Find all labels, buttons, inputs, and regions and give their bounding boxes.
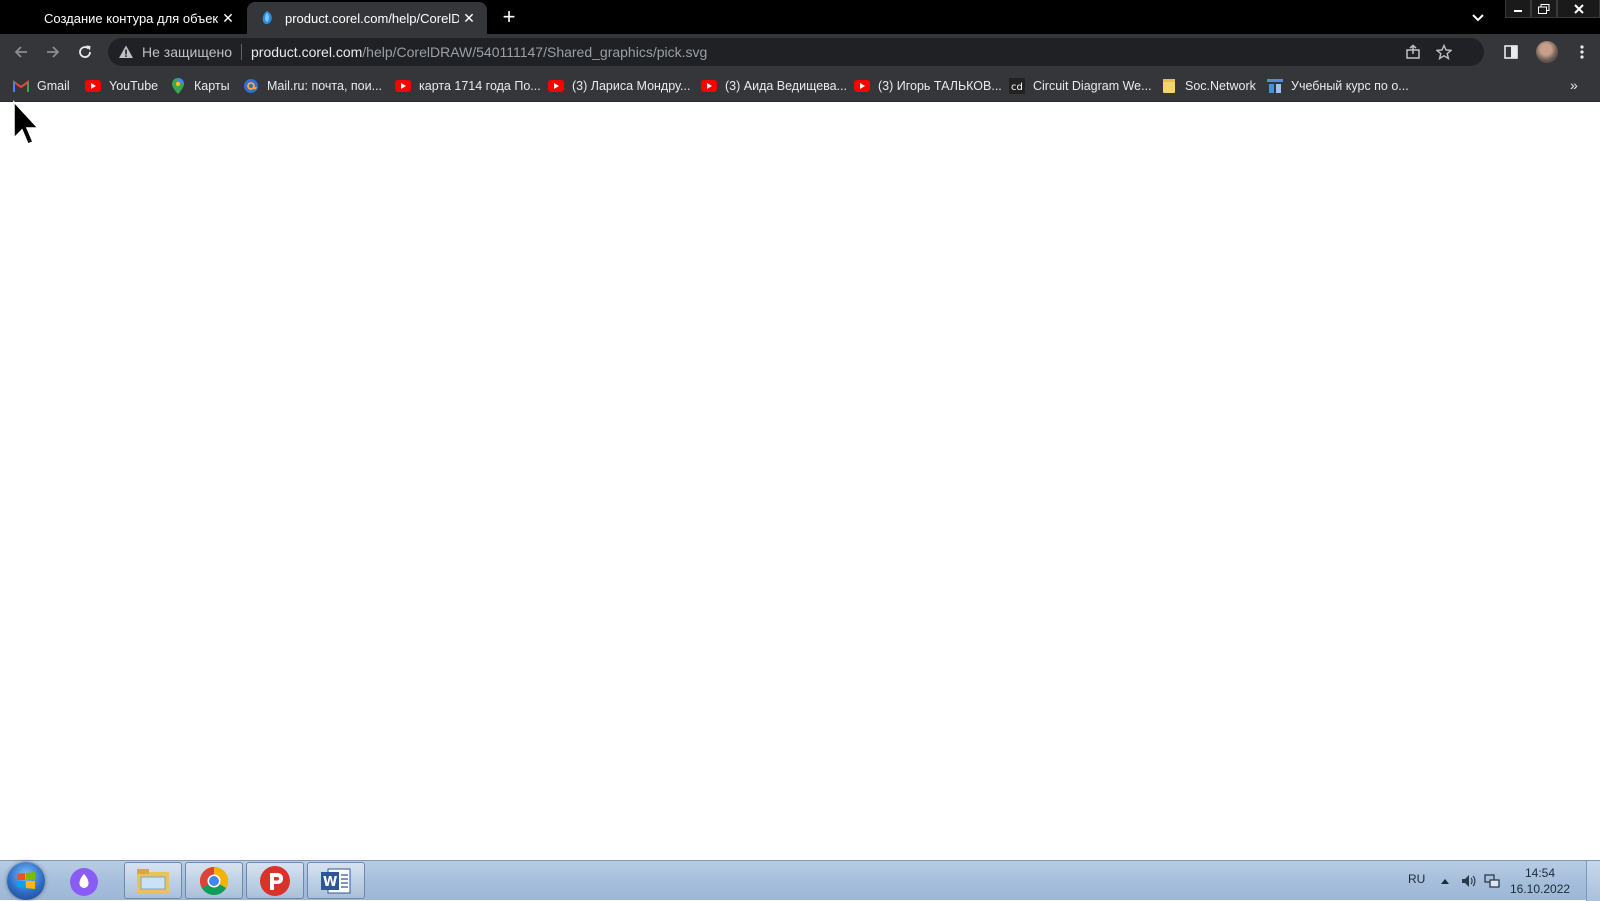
- close-tab-icon[interactable]: ✕: [459, 8, 479, 28]
- address-bar[interactable]: Не защищено product.corel.com/help/Corel…: [108, 38, 1484, 66]
- bookmark-folder-soc-network[interactable]: Soc.Network: [1161, 76, 1256, 96]
- restore-window-button[interactable]: [1531, 0, 1557, 18]
- security-status-label[interactable]: Не защищено: [142, 44, 232, 60]
- profile-avatar[interactable]: [1536, 41, 1558, 63]
- bookmark-label: Circuit Diagram We...: [1033, 79, 1152, 93]
- bookmark-youtube-aida[interactable]: (3) Аида Ведищева...: [701, 76, 847, 96]
- file-explorer-icon[interactable]: [124, 862, 182, 899]
- bookmark-label: (3) Лариса Мондру...: [572, 79, 691, 93]
- tab-strip: Создание контура для объектов ✕ product.…: [0, 0, 1600, 34]
- bookmarks-overflow-chevron-icon[interactable]: »: [1570, 77, 1578, 93]
- bookmark-label: YouTube: [109, 79, 159, 93]
- side-panel-icon[interactable]: [1499, 40, 1523, 64]
- system-clock[interactable]: 14:54 16.10.2022: [1510, 865, 1570, 897]
- maps-icon: [170, 78, 186, 94]
- youtube-icon: [701, 78, 717, 94]
- clock-time: 14:54: [1524, 866, 1556, 880]
- word-icon[interactable]: W: [307, 862, 365, 899]
- bookmark-label: (3) Игорь ТАЛЬКОВ...: [878, 79, 1002, 93]
- not-secure-warning-icon[interactable]: [118, 44, 134, 60]
- mouse-pointer-icon: [13, 100, 40, 145]
- show-hidden-icons-arrow-icon[interactable]: [1437, 873, 1453, 889]
- bookmark-mailru[interactable]: Mail.ru: почта, пои...: [243, 76, 382, 96]
- bookmark-youtube-igor[interactable]: (3) Игорь ТАЛЬКОВ...: [854, 76, 1002, 96]
- bookmark-label: Soc.Network: [1185, 79, 1256, 93]
- course-icon: [1267, 78, 1283, 94]
- browser-toolbar: Не защищено product.corel.com/help/Corel…: [0, 34, 1600, 70]
- tab-title: product.corel.com/help/CorelDRAW: [285, 10, 459, 26]
- tab-search-chevron-icon[interactable]: [1470, 9, 1486, 25]
- bookmark-label: карта 1714 года По...: [419, 79, 541, 93]
- youtube-icon: [395, 78, 411, 94]
- youtube-icon: [548, 78, 564, 94]
- youtube-icon: [85, 78, 101, 94]
- omnibox-divider: [241, 44, 242, 60]
- close-window-button[interactable]: [1557, 0, 1600, 18]
- bookmark-star-icon[interactable]: [1436, 44, 1452, 60]
- corel-favicon-icon: [259, 10, 275, 26]
- bookmark-label: (3) Аида Ведищева...: [725, 79, 848, 93]
- youtube-icon: [854, 78, 870, 94]
- bookmark-gmail[interactable]: Gmail: [13, 76, 70, 96]
- network-icon[interactable]: [1484, 873, 1500, 889]
- bookmark-youtube[interactable]: YouTube: [85, 76, 158, 96]
- chrome-icon[interactable]: [185, 862, 243, 899]
- folder-icon: [1161, 78, 1177, 94]
- svg-text:W: W: [323, 875, 337, 890]
- back-arrow-icon[interactable]: [9, 40, 33, 64]
- volume-icon[interactable]: [1460, 873, 1476, 889]
- windows-taskbar: W RU 14:54 16.10.2022: [0, 860, 1600, 901]
- start-button-windows-logo-icon[interactable]: [7, 862, 45, 900]
- tab-inactive[interactable]: Создание контура для объектов ✕: [30, 2, 246, 34]
- forward-arrow-icon[interactable]: [41, 40, 65, 64]
- input-language-indicator[interactable]: RU: [1408, 872, 1425, 886]
- bookmark-circuit-diagram[interactable]: cd Circuit Diagram We...: [1009, 76, 1152, 96]
- new-tab-button[interactable]: +: [498, 6, 520, 29]
- close-tab-icon[interactable]: ✕: [218, 8, 238, 28]
- clock-date: 16.10.2022: [1510, 882, 1571, 896]
- tab-active[interactable]: product.corel.com/help/CorelDRAW ✕: [247, 2, 487, 34]
- bookmark-label: Gmail: [37, 79, 70, 93]
- bookmark-youtube-larisa[interactable]: (3) Лариса Мондру...: [548, 76, 690, 96]
- gmail-icon: [13, 78, 29, 94]
- url-host[interactable]: product.corel.com: [251, 44, 362, 60]
- bookmark-label: Mail.ru: почта, пои...: [267, 79, 383, 93]
- tab-title: Создание контура для объектов: [44, 10, 218, 26]
- svg-text:cd: cd: [1011, 82, 1023, 93]
- alice-assistant-icon[interactable]: [68, 866, 100, 898]
- show-desktop-button[interactable]: [1586, 861, 1600, 901]
- mailru-icon: [243, 78, 259, 94]
- share-icon[interactable]: [1405, 44, 1421, 60]
- bookmark-label: Карты: [194, 79, 230, 93]
- bookmark-course[interactable]: Учебный курс по о...: [1267, 76, 1409, 96]
- minimize-window-button[interactable]: [1505, 0, 1531, 18]
- reload-icon[interactable]: [73, 40, 97, 64]
- bookmark-label: Учебный курс по о...: [1291, 79, 1409, 93]
- bookmark-youtube-map[interactable]: карта 1714 года По...: [395, 76, 541, 96]
- bookmark-maps[interactable]: Карты: [170, 76, 230, 96]
- page-content: [0, 102, 1600, 860]
- kebab-menu-icon[interactable]: [1570, 40, 1594, 64]
- red-p-app-icon[interactable]: [246, 862, 304, 899]
- circuit-diagram-icon: cd: [1009, 78, 1025, 94]
- url-path[interactable]: /help/CorelDRAW/540111147/Shared_graphic…: [362, 44, 707, 60]
- bookmarks-bar: Gmail YouTube Карты Mail.ru: почта, пои.…: [0, 70, 1600, 102]
